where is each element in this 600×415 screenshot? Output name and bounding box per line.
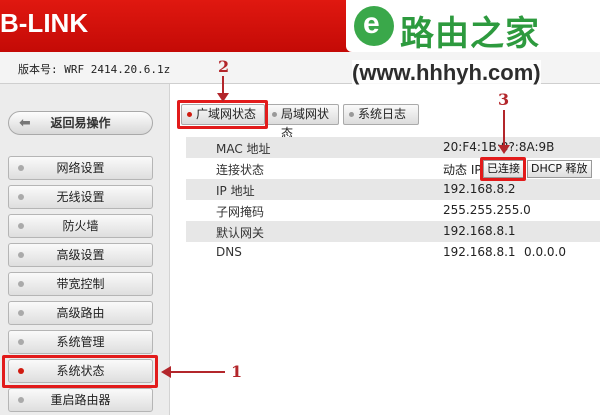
bullet-icon (18, 397, 24, 403)
annotation-line (170, 371, 225, 373)
sidebar-item-network[interactable]: 网络设置 (8, 156, 153, 180)
bullet-icon (18, 194, 24, 200)
bullet-icon (272, 112, 277, 117)
highlight-wan-tab (177, 100, 268, 129)
highlight-system-status (2, 355, 158, 388)
arrow-down-icon (498, 145, 510, 154)
table-row: 默认网关 192.168.8.1 (186, 221, 600, 242)
firmware-version: 版本号: WRF 2414.20.6.1z (18, 63, 171, 76)
bullet-icon (18, 281, 24, 287)
sidebar-item-label: 重启路由器 (50, 393, 111, 407)
back-arrow-icon: ⬅ (19, 115, 31, 131)
tab-system-log[interactable]: 系统日志 (343, 104, 419, 125)
sidebar-item-label: 防火墙 (62, 219, 99, 233)
bullet-icon (18, 310, 24, 316)
tab-lan-status[interactable]: 局域网状态 (266, 104, 339, 140)
sidebar-item-label: 网络设置 (56, 161, 105, 175)
annotation-number-3: 3 (498, 90, 510, 109)
table-row: MAC 地址 20:F4:1B:8?:8A:9B (186, 137, 600, 158)
table-row: IP 地址 192.168.8.2 (186, 179, 600, 200)
watermark-logo-icon: e (354, 6, 394, 46)
sidebar-item-bandwidth[interactable]: 带宽控制 (8, 272, 153, 296)
back-to-quick-setup-button[interactable]: ⬅ 返回易操作 (8, 111, 153, 135)
highlight-connected (480, 157, 526, 181)
bullet-icon (349, 112, 354, 117)
annotation-number-2: 2 (218, 57, 230, 76)
arrow-left-icon (161, 366, 171, 378)
sidebar-item-label: 无线设置 (56, 190, 105, 204)
sidebar-item-firewall[interactable]: 防火墙 (8, 214, 153, 238)
sidebar-item-label: 高级设置 (56, 248, 105, 262)
sidebar-item-reboot[interactable]: 重启路由器 (8, 388, 153, 412)
sidebar-item-wireless[interactable]: 无线设置 (8, 185, 153, 209)
back-button-label: 返回易操作 (50, 116, 111, 130)
watermark-site-name: 路由之家 (400, 14, 540, 54)
sidebar-item-advanced[interactable]: 高级设置 (8, 243, 153, 267)
table-row: DNS 192.168.8.1 0.0.0.0 (216, 245, 566, 259)
annotation-number-1: 1 (231, 362, 243, 381)
bullet-icon (18, 339, 24, 345)
tab-label: 局域网状态 (281, 107, 330, 140)
bullet-icon (18, 223, 24, 229)
sidebar-item-system-admin[interactable]: 系统管理 (8, 330, 153, 354)
watermark-url: (www.hhhyh.com) (352, 60, 541, 86)
bullet-icon (18, 165, 24, 171)
sidebar-item-routing[interactable]: 高级路由 (8, 301, 153, 325)
annotation-line (503, 110, 505, 147)
tab-label: 系统日志 (358, 107, 407, 121)
sidebar-item-label: 带宽控制 (56, 277, 105, 291)
dhcp-release-button[interactable]: DHCP 释放 (527, 160, 592, 178)
brand-logo: B-LINK (0, 8, 89, 38)
sidebar-item-label: 高级路由 (56, 306, 105, 320)
table-row: 子网掩码 255.255.255.0 (216, 203, 531, 219)
bullet-icon (18, 252, 24, 258)
sidebar-item-label: 系统管理 (56, 335, 105, 349)
arrow-down-icon (217, 93, 229, 102)
